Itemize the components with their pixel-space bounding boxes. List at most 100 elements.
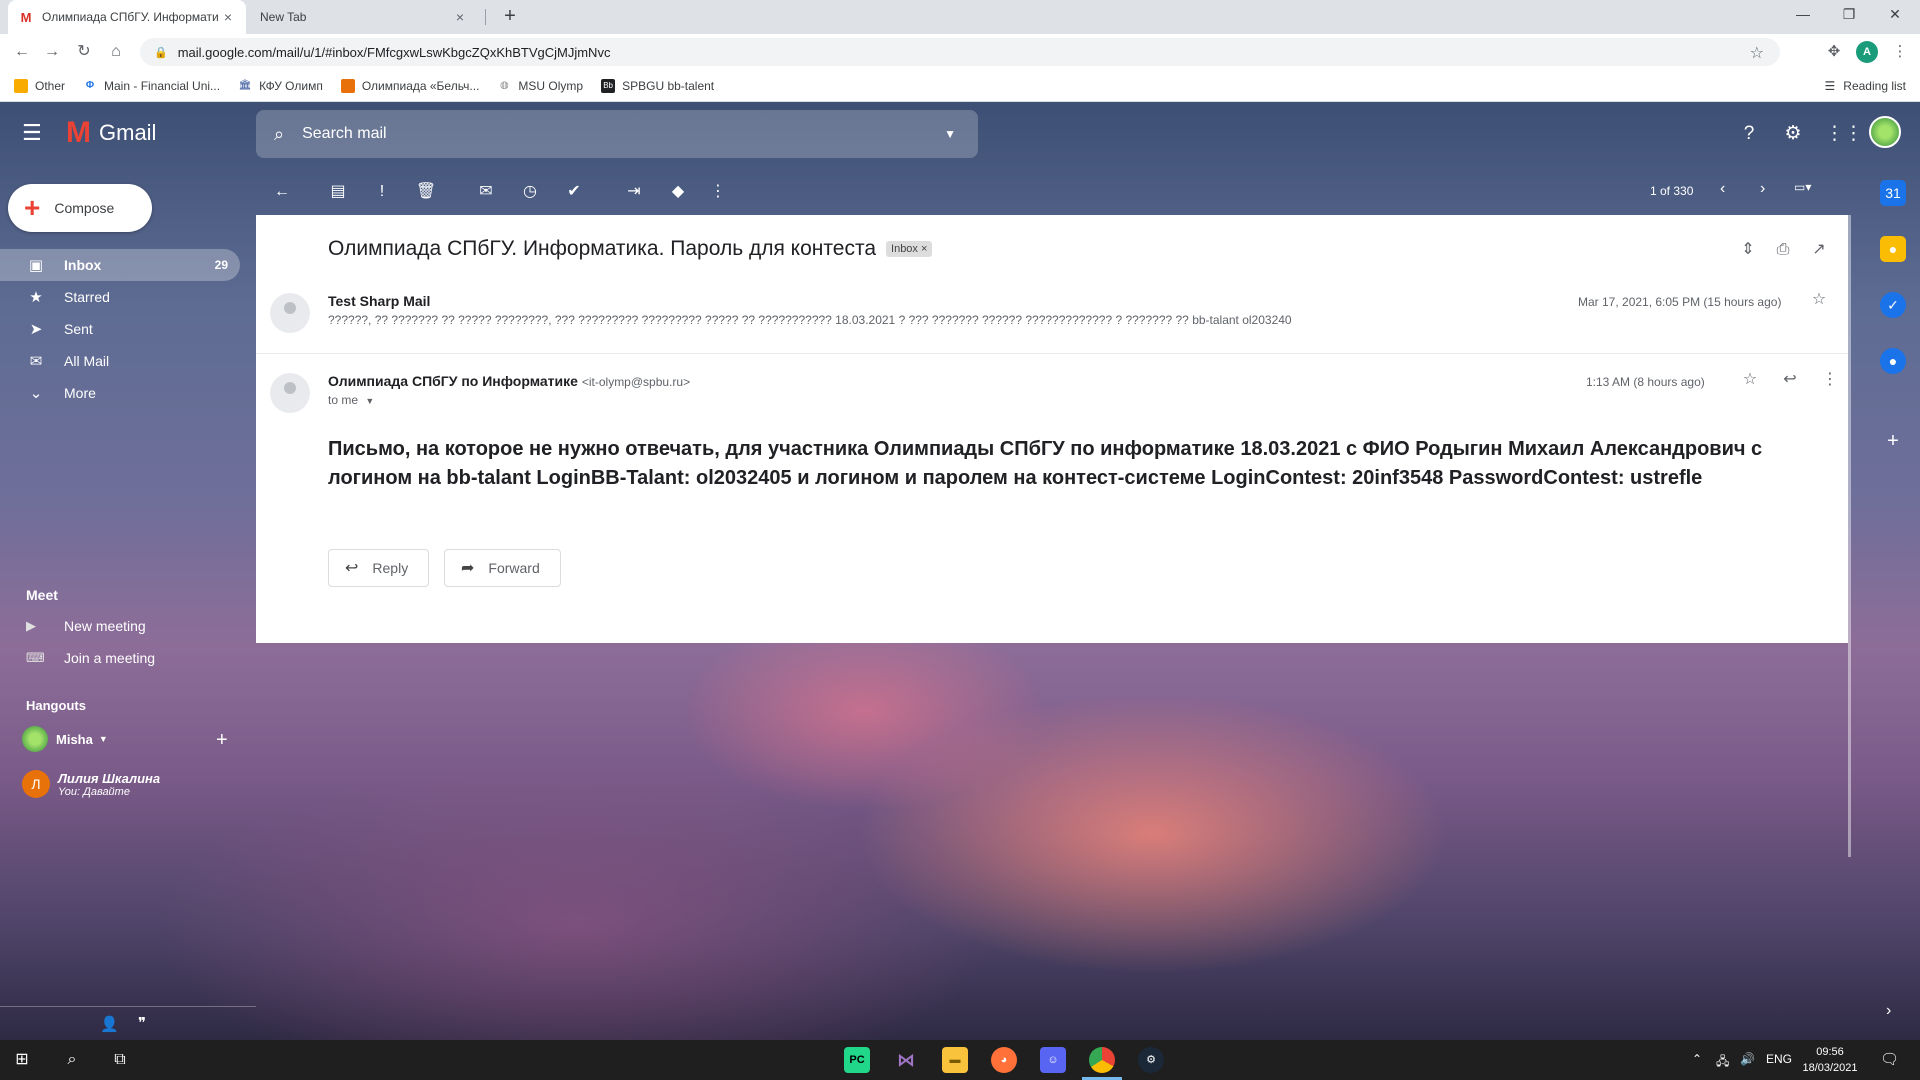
get-addons-icon[interactable]: + [1880, 428, 1906, 454]
task-view-icon[interactable]: ⧉ [108, 1048, 132, 1072]
tab-new-tab[interactable]: New Tab × [250, 0, 478, 34]
bookmark-belch[interactable]: Олимпиада «Бельч... [340, 78, 479, 93]
expand-all-icon[interactable]: ⇕ [1737, 239, 1759, 261]
discord-icon[interactable]: ☺ [1040, 1047, 1066, 1073]
network-icon[interactable]: 🖧 [1716, 1052, 1729, 1073]
account-avatar[interactable] [1869, 116, 1901, 148]
forward-icon[interactable]: → [40, 40, 64, 64]
message-snippet[interactable]: ??????, ?? ??????? ?? ????? ????????, ??… [328, 313, 1292, 327]
search-icon[interactable]: ⌕ [60, 1048, 84, 1072]
apps-grid-icon[interactable]: ⋮⋮ [1825, 122, 1863, 146]
new-tab-button[interactable]: + [498, 5, 522, 29]
search-placeholder: Search mail [302, 125, 387, 142]
label-icon[interactable]: ◆ [666, 180, 690, 204]
scrollbar[interactable] [1848, 215, 1851, 857]
search-options-icon[interactable]: ▼ [944, 127, 956, 141]
tray-overflow-icon[interactable]: ⌃ [1692, 1052, 1702, 1066]
menu-kebab-icon[interactable]: ⋮ [1890, 42, 1910, 62]
newer-icon[interactable]: ‹ [1720, 180, 1725, 198]
bookmark-star-icon[interactable]: ☆ [1750, 43, 1764, 63]
hangouts-user[interactable]: Misha ▼ [22, 726, 242, 752]
pycharm-icon[interactable]: PC [844, 1047, 870, 1073]
message-sender[interactable]: Test Sharp Mail [328, 293, 430, 309]
reload-icon[interactable]: ↻ [72, 40, 96, 64]
help-icon[interactable]: ? [1737, 122, 1761, 146]
extensions-icon[interactable]: ✥ [1824, 42, 1844, 62]
minimize-icon[interactable]: — [1780, 0, 1826, 30]
print-icon[interactable]: ⎙ [1772, 239, 1794, 261]
language-indicator[interactable]: ENG [1766, 1052, 1792, 1066]
reply-button[interactable]: ↩ Reply [328, 549, 430, 587]
calendar-icon[interactable]: 31 [1880, 180, 1906, 206]
windows-start-icon[interactable]: ⊞ [10, 1048, 34, 1072]
bookmark-kfu[interactable]: 🏛 КФУ Олимп [238, 79, 323, 93]
visual-studio-icon[interactable]: ⋈ [893, 1047, 919, 1073]
older-icon[interactable]: › [1760, 180, 1765, 198]
delete-icon[interactable]: 🗑 [414, 180, 438, 204]
home-icon[interactable]: ⌂ [104, 40, 128, 64]
chrome-icon[interactable] [1089, 1047, 1115, 1073]
profile-avatar[interactable]: A [1856, 41, 1878, 63]
main-menu-icon[interactable]: ☰ [22, 122, 46, 146]
search-icon[interactable]: ⌕ [274, 124, 284, 145]
hangouts-contact[interactable]: Л Лилия Шкалина You: Давайте [22, 770, 160, 798]
message-sender[interactable]: Олимпиада СПбГУ по Информатике <it-olymp… [328, 373, 690, 389]
hangouts-quote-icon[interactable]: ❞ [138, 1014, 146, 1032]
bookmark-spbgu[interactable]: Bb SPBGU bb-talent [601, 78, 714, 93]
archive-icon[interactable]: ▤ [326, 180, 350, 204]
back-icon[interactable]: ← [10, 40, 34, 64]
search-input[interactable]: ⌕ Search mail ▼ [256, 110, 978, 158]
bookmark-financial-uni[interactable]: Φ Main - Financial Uni... [83, 79, 220, 93]
bookmark-other[interactable]: Other [14, 78, 65, 93]
tab-gmail[interactable]: M Олимпиада СПбГУ. Информати × [8, 0, 246, 34]
notification-center-icon[interactable]: 🗨 [1880, 1050, 1899, 1068]
tasks-icon[interactable]: ✓ [1880, 292, 1906, 318]
more-options-icon[interactable]: ⋮ [706, 180, 730, 204]
system-clock[interactable]: 09:56 18/03/2021 [1800, 1044, 1860, 1076]
sidebar-item-sent[interactable]: ➤ Sent [0, 313, 240, 345]
bookmark-msu[interactable]: ◍ MSU Olymp [497, 79, 583, 93]
snooze-icon[interactable]: ◷ [518, 180, 542, 204]
chevron-down-icon: ▼ [365, 396, 375, 406]
firefox-icon[interactable]: ◕ [991, 1047, 1017, 1073]
sidebar-item-all-mail[interactable]: ✉ All Mail [0, 345, 240, 377]
close-window-icon[interactable]: ✕ [1872, 0, 1918, 30]
add-task-icon[interactable]: ✔ [562, 180, 586, 204]
join-meeting-link[interactable]: ⌨ Join a meeting [26, 650, 155, 666]
back-to-inbox-icon[interactable]: ← [270, 180, 294, 204]
star-icon[interactable]: ☆ [1739, 369, 1761, 391]
lock-icon[interactable]: 🔒 [154, 46, 168, 59]
open-new-window-icon[interactable]: ↗ [1808, 239, 1830, 261]
forward-button[interactable]: ➦ Forward [444, 549, 561, 587]
input-tools-icon[interactable]: ▭▾ [1794, 180, 1811, 194]
recipient-dropdown[interactable]: to me ▼ [328, 393, 374, 407]
report-spam-icon[interactable]: ! [370, 180, 394, 204]
hide-side-panel-icon[interactable]: › [1886, 1002, 1891, 1020]
new-meeting-link[interactable]: ▶ New meeting [26, 618, 146, 634]
steam-icon[interactable]: ⚙ [1138, 1047, 1164, 1073]
volume-icon[interactable]: 🔊 [1740, 1052, 1755, 1066]
sidebar-item-starred[interactable]: ★ Starred [0, 281, 240, 313]
more-icon[interactable]: ⋮ [1819, 369, 1841, 391]
close-tab-icon[interactable]: × [452, 9, 468, 25]
keep-icon[interactable]: ● [1880, 236, 1906, 262]
phi-icon: Φ [85, 79, 95, 91]
settings-gear-icon[interactable]: ⚙ [1781, 122, 1805, 146]
sidebar-item-inbox[interactable]: ▣ Inbox 29 [0, 249, 240, 281]
close-tab-icon[interactable]: × [220, 9, 236, 25]
mark-unread-icon[interactable]: ✉ [474, 180, 498, 204]
reply-icon[interactable]: ↩ [1779, 369, 1801, 391]
star-icon[interactable]: ☆ [1808, 289, 1830, 311]
contacts-icon[interactable]: ● [1880, 348, 1906, 374]
address-bar[interactable]: 🔒 mail.google.com/mail/u/1/#inbox/FMfcgx… [140, 38, 1780, 66]
gmail-logo[interactable]: M Gmail [66, 118, 156, 148]
add-chat-icon[interactable]: + [216, 729, 228, 752]
reading-list[interactable]: ☰ Reading list [1825, 70, 1906, 102]
restore-icon[interactable]: ❐ [1826, 0, 1872, 30]
person-icon[interactable]: 👤 [100, 1015, 119, 1033]
compose-button[interactable]: + Compose [8, 184, 152, 232]
sidebar-item-more[interactable]: ⌄ More [0, 377, 240, 409]
move-to-icon[interactable]: ⇥ [622, 180, 646, 204]
file-explorer-icon[interactable]: ▬ [942, 1047, 968, 1073]
inbox-label-badge[interactable]: Inbox × [886, 241, 933, 257]
